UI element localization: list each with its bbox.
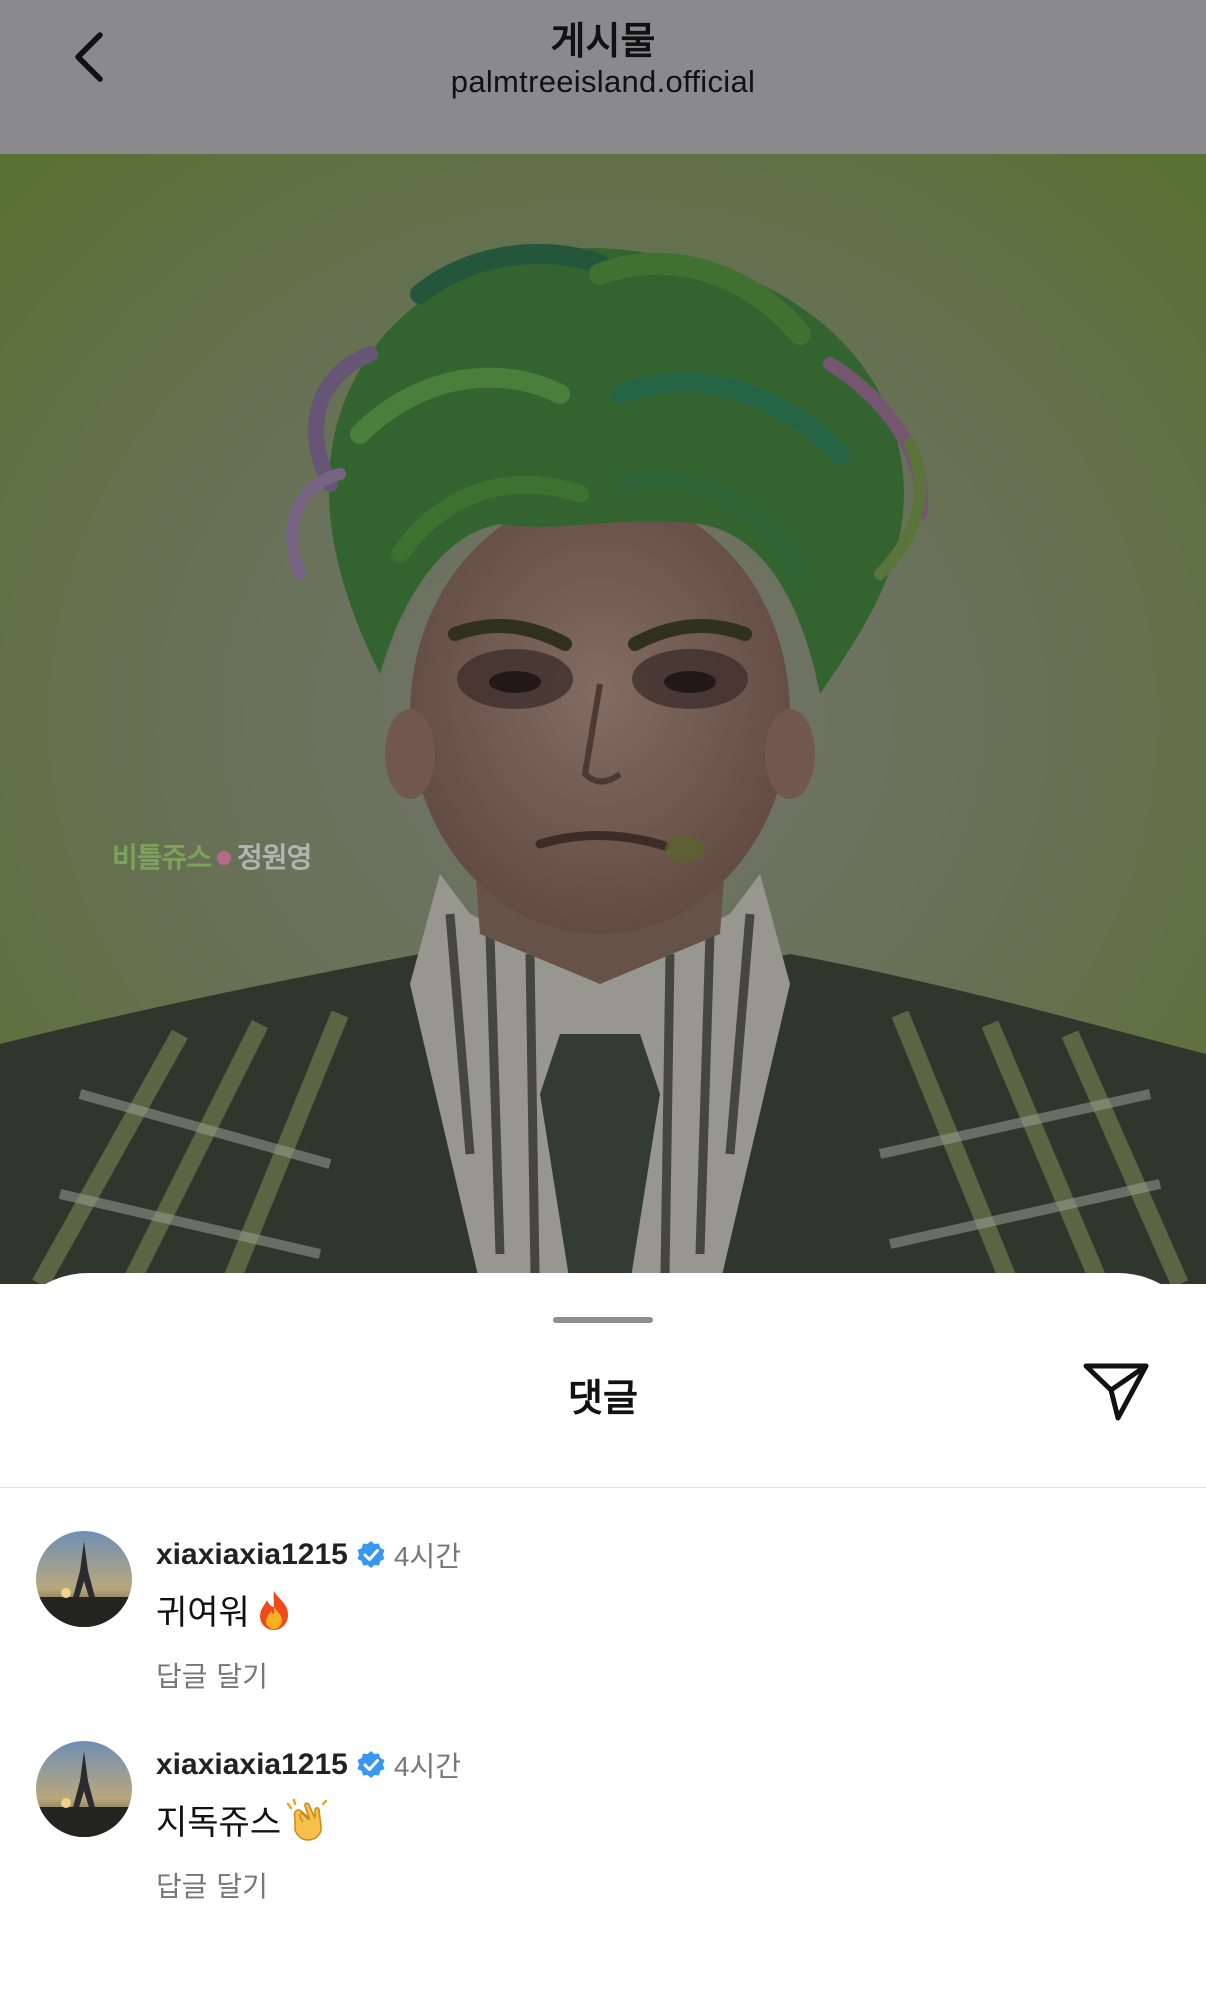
send-icon [1083,1363,1149,1421]
verified-badge-icon [356,1750,386,1780]
divider [0,1487,1206,1488]
username[interactable]: xiaxiaxia1215 [156,1538,348,1572]
avatar[interactable] [36,1531,132,1627]
comment-text: 귀여워 [156,1585,294,1634]
comment-time: 4시간 [393,1541,461,1572]
drag-handle[interactable] [553,1317,653,1323]
username[interactable]: xiaxiaxia1215 [156,1748,348,1782]
account-name[interactable]: palmtreeisland.official [0,64,1206,100]
comment-item: xiaxiaxia1215 4시간 귀여워 답글 달기 [0,1531,1206,1731]
comment-header: xiaxiaxia1215 4시간 [156,1535,461,1575]
comment-time: 4시간 [393,1751,461,1782]
watermark-dot [217,850,232,865]
fire-emoji-icon [254,1589,294,1631]
show-watermark: 비틀쥬스 정원영 [112,836,312,876]
comments-title: 댓글 [568,1376,638,1420]
avatar[interactable] [36,1741,132,1837]
comment-body: 지독쥬스 [156,1803,282,1843]
reply-button[interactable]: 답글 달기 [156,1655,268,1695]
page-title: 게시물 [550,19,656,63]
actor-name: 정원영 [237,841,312,874]
top-header: 게시물 palmtreeisland.official [0,0,1206,154]
comment-item: xiaxiaxia1215 4시간 지독쥬스 답글 달기 [0,1741,1206,1941]
comment-header: xiaxiaxia1215 4시간 [156,1745,461,1785]
clapping-hands-emoji-icon [285,1798,329,1842]
show-name: 비틀쥬스 [112,841,212,874]
comments-sheet: 댓글 xiaxiaxia1215 4시간 귀여워 답글 달기 xiaxiaxia… [0,1273,1206,1993]
comment-body: 귀여워 [156,1593,250,1633]
comment-text: 지독쥬스 [156,1795,329,1844]
post-image: 비틀쥬스 정원영 [0,154,1206,1284]
share-button[interactable] [1080,1355,1152,1427]
reply-button[interactable]: 답글 달기 [156,1865,268,1905]
verified-badge-icon [356,1540,386,1570]
